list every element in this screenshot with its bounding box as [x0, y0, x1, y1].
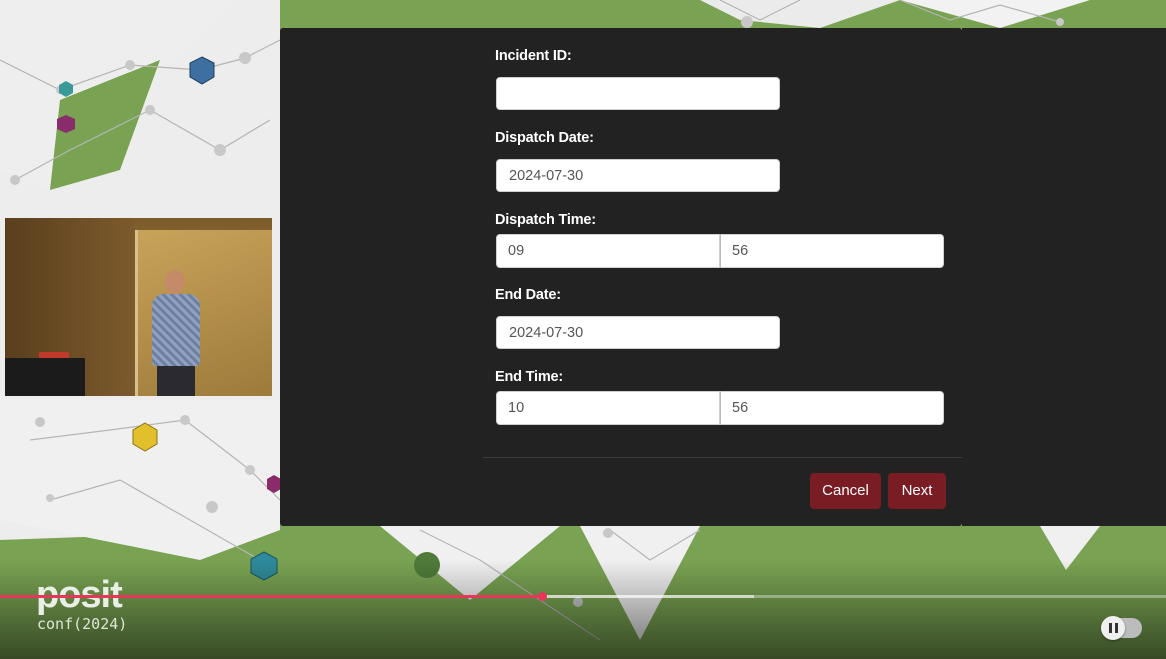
dispatch-time-label: Dispatch Time:: [495, 212, 596, 228]
dispatch-time-group: 09 56: [496, 234, 944, 268]
progress-scrubber-handle[interactable]: [537, 592, 547, 601]
dispatch-date-input[interactable]: 2024-07-30: [496, 159, 780, 192]
speaker-video-inset: [5, 218, 272, 396]
end-hour-input[interactable]: 10: [496, 391, 720, 425]
dispatch-minute-input[interactable]: 56: [720, 234, 944, 268]
end-time-label: End Time:: [495, 369, 564, 385]
progress-played: [0, 595, 543, 598]
desk: [5, 358, 85, 396]
end-date-label: End Date:: [495, 287, 561, 303]
dispatch-date-label: Dispatch Date:: [495, 130, 594, 146]
speaker-body: [152, 294, 200, 366]
cancel-button[interactable]: Cancel: [810, 473, 881, 509]
desk-light: [39, 352, 69, 358]
incident-id-input[interactable]: [496, 77, 780, 110]
incident-modal: Incident ID: Dispatch Date: 2024-07-30 D…: [280, 28, 962, 526]
speaker-legs: [157, 366, 195, 396]
speaker-head: [165, 270, 185, 294]
dispatch-hour-input[interactable]: 09: [496, 234, 720, 268]
incident-id-label: Incident ID:: [495, 48, 572, 64]
end-date-input[interactable]: 2024-07-30: [496, 316, 780, 349]
pause-icon: [1101, 616, 1125, 640]
end-minute-input[interactable]: 56: [720, 391, 944, 425]
next-button[interactable]: Next: [888, 473, 946, 509]
modal-backdrop-right: [962, 28, 1166, 526]
modal-footer-divider: [483, 457, 962, 458]
pause-toggle[interactable]: [1101, 616, 1142, 640]
conf-subtitle: conf(2024): [37, 615, 128, 633]
player-bottom-shade: [0, 560, 1166, 659]
end-time-group: 10 56: [496, 391, 944, 425]
